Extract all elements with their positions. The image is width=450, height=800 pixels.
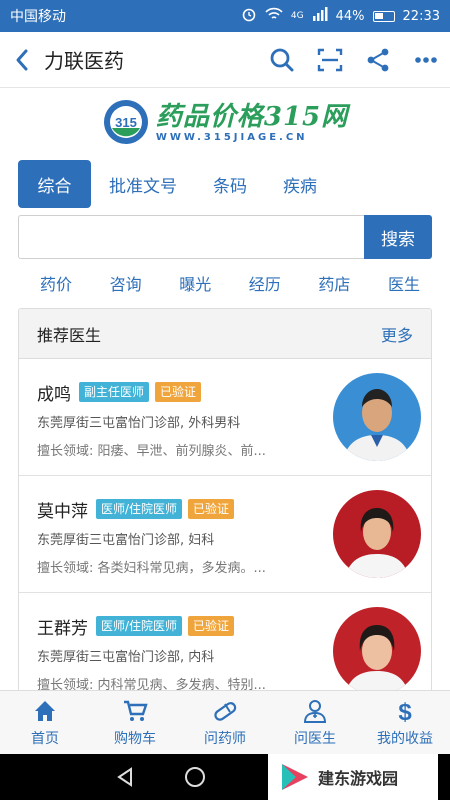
- verified-badge: 已验证: [155, 382, 202, 402]
- site-logo: 315 药品价格315网 WWW.315JIAGE.CN: [0, 88, 450, 156]
- home-circle-icon: [185, 767, 205, 787]
- doctor-icon: [303, 699, 327, 723]
- doctor-card[interactable]: 成鸣 副主任医师 已验证 东莞厚街三屯富怡门诊部, 外科男科 擅长领域: 阳痿、…: [19, 359, 431, 476]
- quick-link-consult[interactable]: 咨询: [110, 271, 142, 295]
- tab-general[interactable]: 综合: [18, 160, 91, 208]
- tab-barcode[interactable]: 条码: [195, 160, 265, 208]
- system-home-button[interactable]: [165, 754, 225, 800]
- logo-badge-text: 315: [115, 115, 137, 130]
- system-back-button[interactable]: [95, 754, 155, 800]
- doctors-header: 推荐医生 更多: [19, 309, 431, 359]
- nav-earnings-label: 我的收益: [377, 730, 433, 747]
- quick-links: 药价 咨询 曝光 经历 药店 医生: [40, 268, 420, 298]
- search-button[interactable]: [258, 32, 306, 88]
- quick-link-price[interactable]: 药价: [40, 271, 72, 295]
- quick-link-exposure[interactable]: 曝光: [179, 271, 211, 295]
- doctor-title-badge: 医师/住院医师: [96, 616, 183, 636]
- logo-mark-icon: 315: [103, 100, 148, 144]
- verified-badge: 已验证: [188, 499, 235, 519]
- doctor-name: 王群芳: [37, 618, 88, 639]
- back-button[interactable]: [0, 32, 44, 88]
- cart-icon: [124, 700, 148, 721]
- quick-link-experience[interactable]: 经历: [249, 271, 281, 295]
- bottom-nav: 首页 购物车 问药师 问医生 $ 我的收益: [0, 690, 450, 754]
- dollar-icon: $: [398, 699, 412, 724]
- watermark-logo-icon: [282, 764, 308, 790]
- nav-doctor-label: 问医生: [294, 730, 336, 747]
- doctors-more-link[interactable]: 更多: [381, 322, 413, 346]
- quick-link-pharmacy[interactable]: 药店: [318, 271, 350, 295]
- doctor-specialty: 擅长领域: 各类妇科常见病，多发病。...: [37, 561, 266, 576]
- nav-cart-label: 购物车: [114, 730, 156, 747]
- search-bar: 搜索: [18, 215, 432, 259]
- doctors-title: 推荐医生: [37, 325, 102, 345]
- doctor-title-badge: 医师/住院医师: [96, 499, 183, 519]
- search-type-tabs: 综合 批准文号 条码 疾病: [18, 160, 432, 208]
- watermark-text: 建东游戏园: [318, 769, 399, 788]
- doctor-title-badge: 副主任医师: [79, 382, 150, 402]
- alarm-icon: [241, 6, 257, 26]
- doctor-avatar: [333, 607, 421, 695]
- nav-cart[interactable]: 购物车: [90, 691, 180, 754]
- logo-url: WWW.315JIAGE.CN: [155, 131, 308, 143]
- search-submit-button[interactable]: 搜索: [364, 215, 432, 259]
- search-icon: [270, 48, 294, 71]
- signal-label: 4G: [290, 11, 304, 21]
- doctor-card[interactable]: 莫中萍 医师/住院医师 已验证 东莞厚街三屯富怡门诊部, 妇科 擅长领域: 各类…: [19, 476, 431, 593]
- logo-name: 药品价格315网: [155, 101, 349, 132]
- tab-approval-number[interactable]: 批准文号: [91, 160, 195, 208]
- search-input[interactable]: [18, 215, 364, 259]
- verified-badge: 已验证: [188, 616, 235, 636]
- back-triangle-icon: [117, 767, 132, 787]
- pill-icon: [214, 701, 237, 721]
- nav-home-label: 首页: [31, 730, 59, 747]
- nav-earnings[interactable]: $ 我的收益: [360, 691, 450, 754]
- watermark: 建东游戏园: [268, 754, 438, 800]
- nav-pharmacist-label: 问药师: [204, 730, 246, 747]
- nav-doctor[interactable]: 问医生: [270, 691, 360, 754]
- wifi-icon: [265, 7, 283, 25]
- doctor-specialty: 擅长领域: 阳痿、早泄、前列腺炎、前...: [37, 444, 266, 459]
- app-header: 力联医药: [0, 32, 450, 88]
- share-button[interactable]: [354, 32, 402, 88]
- share-icon: [367, 48, 389, 71]
- doctor-avatar: [333, 490, 421, 578]
- tab-disease[interactable]: 疾病: [265, 160, 335, 208]
- scan-icon: [317, 48, 343, 71]
- nav-home[interactable]: 首页: [0, 691, 90, 754]
- more-dots-icon: [415, 56, 437, 63]
- nav-pharmacist[interactable]: 问药师: [180, 691, 270, 754]
- recommended-doctors: 推荐医生 更多 成鸣 副主任医师 已验证 东莞厚街三屯富怡门诊部, 外科男科 擅…: [18, 308, 432, 708]
- battery-percent: 44%: [335, 8, 365, 24]
- clock-time: 22:33: [402, 8, 440, 24]
- quick-link-doctor[interactable]: 医生: [388, 271, 420, 295]
- page-title: 力联医药: [44, 49, 124, 73]
- doctor-name: 成鸣: [37, 384, 71, 405]
- scan-button[interactable]: [306, 32, 354, 88]
- battery-icon: [372, 10, 395, 22]
- home-icon: [35, 700, 55, 721]
- svg-text:$: $: [398, 699, 412, 724]
- status-bar: 中国移动 4G 44% 22:33: [0, 0, 450, 32]
- doctor-name: 莫中萍: [37, 501, 88, 522]
- carrier-name: 中国移动: [10, 9, 66, 25]
- doctor-avatar: [333, 373, 421, 461]
- more-button[interactable]: [402, 32, 450, 88]
- signal-icon: [312, 7, 328, 25]
- chevron-left-icon: [16, 49, 28, 70]
